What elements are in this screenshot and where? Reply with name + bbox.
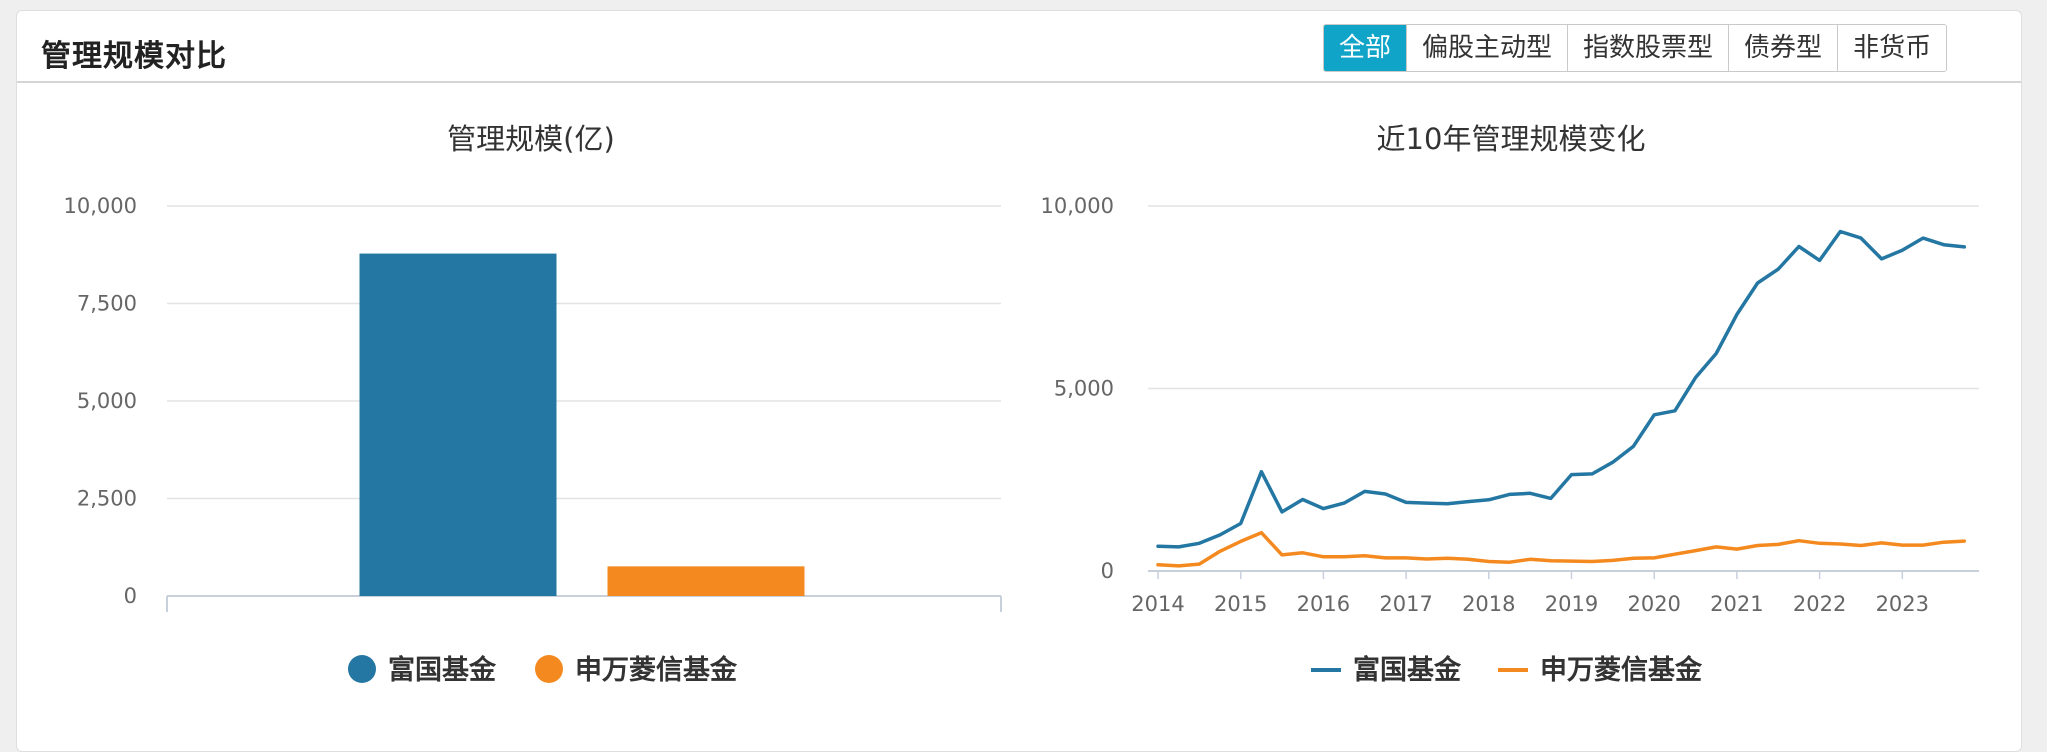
line-legend-label: 申万菱信基金 bbox=[1540, 654, 1703, 686]
line-y-tick-label: 10,000 bbox=[1041, 194, 1114, 218]
line-y-tick-label: 5,000 bbox=[1054, 377, 1114, 401]
line-series-shenwan bbox=[1156, 530, 1967, 568]
line-x-tick-label: 2015 bbox=[1214, 592, 1267, 616]
aum-trend-line-chart: 近10年管理规模变化 0 5,000 10,000 2014 2015 2016 2017 2… bbox=[1041, 122, 1979, 686]
line-x-tick-label: 2018 bbox=[1462, 592, 1515, 616]
comparison-panel: 管理规模对比 全部 偏股主动型 指数股票型 债券型 非货币 管理规模(亿) 02… bbox=[16, 10, 2022, 752]
line-x-tick-label: 2017 bbox=[1379, 592, 1432, 616]
line-y-tick-label: 0 bbox=[1101, 559, 1114, 583]
line-x-tick-label: 2022 bbox=[1793, 592, 1846, 616]
line-x-tick-label: 2023 bbox=[1876, 592, 1929, 616]
line-x-tick-label: 2014 bbox=[1131, 592, 1184, 616]
line-x-tick-label: 2016 bbox=[1297, 592, 1350, 616]
line-legend-label: 富国基金 bbox=[1353, 654, 1462, 686]
line-x-tick-label: 2020 bbox=[1627, 592, 1680, 616]
line-chart-title: 近10年管理规模变化 bbox=[1377, 122, 1646, 156]
line-x-tick-label: 2019 bbox=[1545, 592, 1598, 616]
line-x-tick-label: 2021 bbox=[1710, 592, 1763, 616]
